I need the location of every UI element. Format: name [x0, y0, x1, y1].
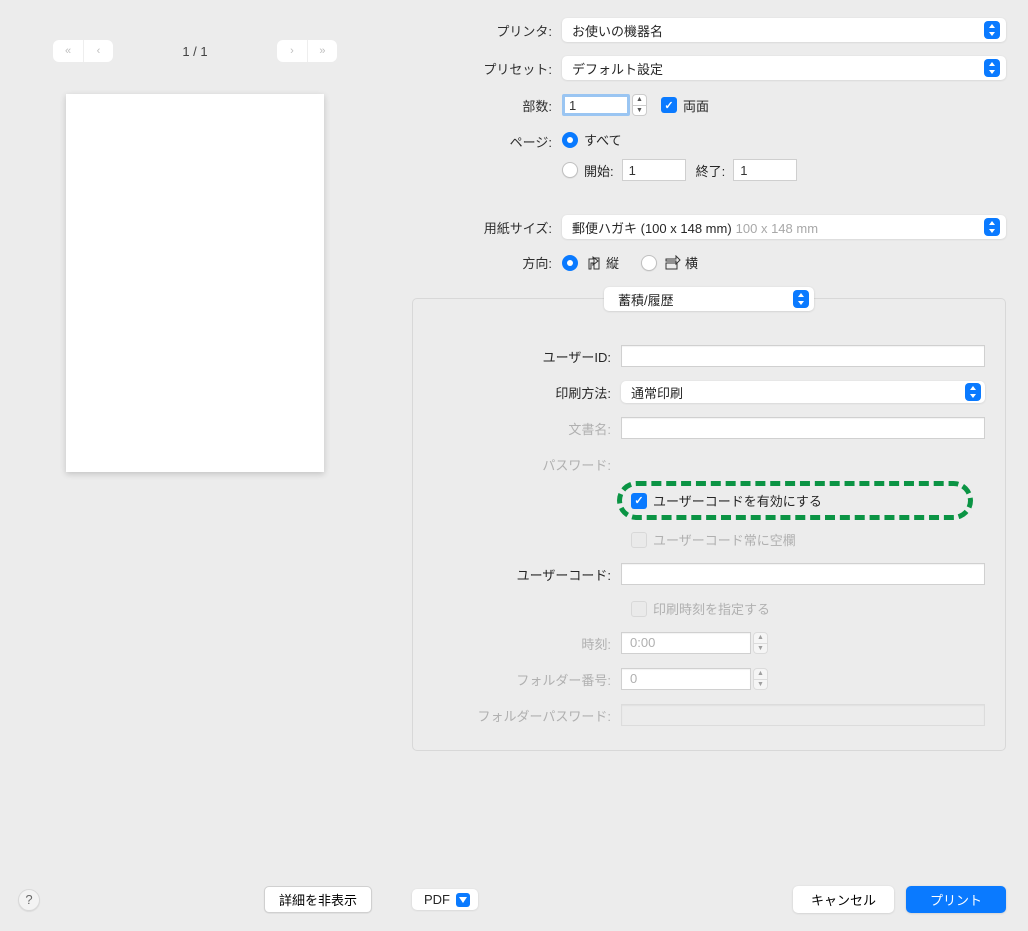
- prev-button-group: « ‹: [53, 40, 113, 62]
- next-button-group: › »: [277, 40, 337, 62]
- printer-label: プリンタ:: [412, 21, 562, 40]
- pdf-menu-button[interactable]: PDF: [412, 889, 478, 910]
- hide-details-button[interactable]: 詳細を非表示: [264, 886, 372, 913]
- portrait-label: 縦: [606, 253, 619, 272]
- print-button[interactable]: プリント: [906, 886, 1006, 913]
- orientation-landscape-radio[interactable]: [641, 255, 657, 271]
- preset-select[interactable]: デフォルト設定: [562, 56, 1006, 80]
- specify-print-time-label: 印刷時刻を指定する: [653, 599, 770, 618]
- prev-page-button[interactable]: ‹: [83, 40, 113, 62]
- preset-label: プリセット:: [412, 59, 562, 78]
- select-arrows-icon: [984, 218, 1000, 236]
- portrait-icon: [584, 255, 602, 271]
- time-input: 0:00: [621, 632, 751, 654]
- options-panel: 蓄積/履歴 ユーザーID: 印刷方法: 通常印刷: [412, 298, 1006, 751]
- pdf-label: PDF: [424, 892, 450, 907]
- folder-number-label: フォルダー番号:: [421, 670, 621, 689]
- user-id-label: ユーザーID:: [421, 347, 621, 366]
- first-page-button[interactable]: «: [53, 40, 83, 62]
- user-code-always-blank-label: ユーザーコード常に空欄: [653, 530, 796, 549]
- preview-nav: « ‹ 1 / 1 › »: [18, 18, 372, 76]
- panel-tab-value: 蓄積/履歴: [618, 290, 674, 309]
- paper-size-value: 郵便ハガキ (100 x 148 mm)100 x 148 mm: [572, 218, 818, 237]
- stepper-up-icon: ▲: [753, 668, 768, 680]
- pages-label: ページ:: [412, 130, 562, 151]
- stepper-down-icon: ▼: [753, 644, 768, 655]
- next-page-button[interactable]: ›: [277, 40, 307, 62]
- help-button[interactable]: ?: [18, 889, 40, 911]
- printer-select[interactable]: お使いの機器名: [562, 18, 1006, 42]
- pages-all-label: すべて: [584, 130, 622, 149]
- paper-size-select[interactable]: 郵便ハガキ (100 x 148 mm)100 x 148 mm: [562, 215, 1006, 239]
- stepper-up-icon[interactable]: ▲: [632, 94, 647, 106]
- settings-panel: プリンタ: お使いの機器名 プリセット: デフォルト設定 部数:: [390, 0, 1028, 931]
- duplex-checkbox[interactable]: [661, 97, 677, 113]
- page-indicator: 1 / 1: [182, 44, 207, 59]
- panel-tab-select[interactable]: 蓄積/履歴: [604, 287, 814, 311]
- pages-to-label: 終了:: [696, 161, 726, 180]
- select-arrows-icon: [965, 383, 981, 401]
- copies-input[interactable]: [562, 94, 630, 116]
- preview-panel: « ‹ 1 / 1 › » ? 詳細を非表示: [0, 0, 390, 931]
- enable-user-code-highlight: ユーザーコードを有効にする: [617, 481, 973, 520]
- stepper-down-icon[interactable]: ▼: [632, 106, 647, 117]
- folder-password-input: [621, 704, 985, 726]
- select-arrows-icon: [984, 21, 1000, 39]
- document-name-input[interactable]: [621, 417, 985, 439]
- paper-size-label: 用紙サイズ:: [412, 218, 562, 237]
- print-method-value: 通常印刷: [631, 383, 683, 402]
- user-id-input[interactable]: [621, 345, 985, 367]
- print-method-label: 印刷方法:: [421, 383, 621, 402]
- select-arrows-icon: [984, 59, 1000, 77]
- pages-from-input[interactable]: [622, 159, 686, 181]
- enable-user-code-label: ユーザーコードを有効にする: [653, 491, 822, 510]
- pages-all-radio[interactable]: [562, 132, 578, 148]
- folder-password-label: フォルダーパスワード:: [421, 706, 621, 725]
- time-label: 時刻:: [421, 634, 621, 653]
- user-code-label: ユーザーコード:: [421, 565, 621, 584]
- landscape-label: 横: [685, 253, 698, 272]
- user-code-input[interactable]: [621, 563, 985, 585]
- cancel-button[interactable]: キャンセル: [793, 886, 894, 913]
- password-label: パスワード:: [421, 455, 621, 474]
- printer-value: お使いの機器名: [572, 21, 663, 40]
- pages-to-input[interactable]: [733, 159, 797, 181]
- landscape-icon: [663, 255, 681, 271]
- orientation-portrait-radio[interactable]: [562, 255, 578, 271]
- copies-label: 部数:: [412, 96, 562, 115]
- folder-number-stepper: ▲ ▼: [753, 668, 768, 690]
- pages-from-label: 開始:: [584, 161, 614, 180]
- document-name-label: 文書名:: [421, 419, 621, 438]
- stepper-up-icon: ▲: [753, 632, 768, 644]
- stepper-down-icon: ▼: [753, 680, 768, 691]
- copies-stepper[interactable]: ▲ ▼: [632, 94, 647, 116]
- enable-user-code-checkbox[interactable]: [631, 493, 647, 509]
- chevron-down-icon: [456, 893, 470, 907]
- orientation-label: 方向:: [412, 253, 562, 272]
- pages-range-radio[interactable]: [562, 162, 578, 178]
- specify-print-time-checkbox: [631, 601, 647, 617]
- select-arrows-icon: [793, 290, 809, 308]
- page-preview: [66, 94, 324, 472]
- duplex-label: 両面: [683, 96, 709, 115]
- print-method-select[interactable]: 通常印刷: [621, 381, 985, 403]
- folder-number-input: 0: [621, 668, 751, 690]
- user-code-always-blank-checkbox: [631, 532, 647, 548]
- time-stepper: ▲ ▼: [753, 632, 768, 654]
- preset-value: デフォルト設定: [572, 59, 663, 78]
- last-page-button[interactable]: »: [307, 40, 337, 62]
